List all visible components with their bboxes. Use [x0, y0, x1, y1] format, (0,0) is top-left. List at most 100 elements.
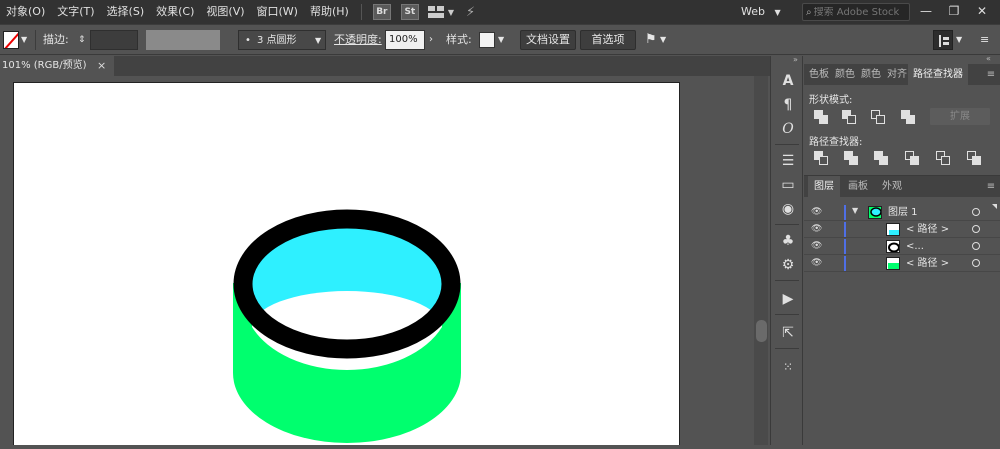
restore-button[interactable]: ❐ [942, 0, 966, 24]
stock-search-box[interactable]: ⌕ [802, 3, 910, 21]
artboards-grid-icon[interactable]: ⁙ [777, 356, 799, 378]
target-circle-icon[interactable] [972, 225, 980, 233]
stroke-panel-icon[interactable]: ☰ [777, 150, 799, 172]
arrange-panel-button[interactable] [933, 30, 953, 50]
scrollbar-thumb[interactable] [756, 320, 767, 342]
close-tab-icon[interactable]: × [97, 56, 106, 76]
close-window-button[interactable]: ✕ [970, 0, 994, 24]
merge-icon[interactable] [874, 151, 888, 165]
divider [775, 224, 799, 225]
layer-row[interactable]: 👁 ▼ 图层 1 [804, 204, 1000, 221]
cylinder-artwork[interactable] [14, 83, 681, 446]
chevron-down-icon[interactable]: ▼ [448, 8, 454, 17]
preferences-button[interactable]: 首选项 [580, 30, 636, 50]
crop-icon[interactable] [905, 151, 919, 165]
tab-pathfinder[interactable]: 路径查找器 [908, 64, 968, 85]
stock-search-input[interactable] [813, 6, 904, 18]
stroke-stepper-icon[interactable]: ⇕ [78, 30, 86, 50]
transparency-panel-icon[interactable]: ◉ [777, 198, 799, 220]
chevron-down-icon: ▼ [315, 36, 322, 45]
collapse-icon[interactable]: » [793, 55, 798, 64]
expand-button[interactable]: 扩展 [930, 108, 990, 125]
document-tab[interactable]: 101% (RGB/预览) × [0, 56, 114, 76]
flag-icon[interactable]: ⚑ [645, 30, 657, 50]
layer-name: < 路径 > [906, 224, 950, 235]
visibility-eye-icon[interactable]: 👁 [811, 224, 822, 235]
chevron-down-icon[interactable]: ▼ [498, 30, 504, 50]
stroke-swatch[interactable] [3, 31, 19, 49]
menu-effect[interactable]: 效果(C) [150, 0, 200, 24]
visibility-eye-icon[interactable]: 👁 [811, 207, 822, 218]
opacity-input[interactable]: 100% [385, 30, 425, 50]
outline-icon[interactable] [936, 151, 950, 165]
collapse-panel-icon[interactable]: « [986, 54, 991, 63]
tab-color-guide[interactable]: 颜色 [860, 64, 882, 85]
graphic-styles-panel-icon[interactable]: ⚙ [777, 254, 799, 276]
brush-definition-dropdown[interactable]: • 3 点圆形 ▼ [238, 30, 326, 50]
gradient-panel-icon[interactable]: ▭ [777, 174, 799, 196]
trim-icon[interactable] [844, 151, 858, 165]
character-panel-icon[interactable]: A [777, 70, 799, 92]
menu-window[interactable]: 窗口(W) [251, 0, 304, 24]
chevron-down-icon[interactable]: ▼ [956, 30, 962, 50]
document-tab-title: 101% (RGB/预览) [2, 60, 87, 71]
vertical-scrollbar[interactable] [754, 76, 768, 445]
bridge-button[interactable]: Br [372, 4, 391, 20]
tab-align[interactable]: 对齐 [886, 64, 908, 85]
menu-type[interactable]: 文字(T) [51, 0, 100, 24]
divider [775, 144, 799, 145]
stroke-weight-field[interactable] [90, 30, 138, 50]
divide-icon[interactable] [814, 151, 828, 165]
workspace-label: Web [741, 5, 765, 18]
artboard[interactable] [13, 82, 680, 445]
document-setup-button[interactable]: 文档设置 [520, 30, 576, 50]
tab-color[interactable]: 颜色 [834, 64, 856, 85]
intersect-icon[interactable] [871, 110, 885, 124]
tab-layers[interactable]: 图层 [808, 176, 840, 197]
workspace-switcher[interactable]: Web ▼ [741, 0, 781, 24]
minus-front-icon[interactable] [842, 110, 856, 124]
actions-panel-icon[interactable]: ▶ [777, 288, 799, 310]
target-circle-icon[interactable] [972, 259, 980, 267]
variable-width-profile[interactable] [146, 30, 220, 50]
arrange-documents-icon[interactable] [427, 6, 444, 18]
menu-object[interactable]: 对象(O) [0, 0, 51, 24]
stock-button[interactable]: St [400, 4, 419, 20]
visibility-eye-icon[interactable]: 👁 [811, 241, 822, 252]
canvas-area[interactable] [0, 76, 770, 445]
layer-row[interactable]: 👁 < 路径 > [804, 255, 1000, 272]
menu-view[interactable]: 视图(V) [200, 0, 250, 24]
menu-select[interactable]: 选择(S) [101, 0, 151, 24]
panel-menu-icon[interactable]: ≡ [984, 176, 998, 197]
menu-help[interactable]: 帮助(H) [304, 0, 355, 24]
menu-separator [360, 4, 362, 20]
export-panel-icon[interactable]: ⇱ [777, 322, 799, 344]
gpu-performance-icon[interactable]: ⚡ [466, 5, 475, 20]
chevron-down-icon[interactable]: ▼ [660, 30, 666, 50]
target-circle-icon[interactable] [972, 242, 980, 250]
symbols-panel-icon[interactable]: ♣ [777, 230, 799, 252]
tab-artboards[interactable]: 画板 [842, 176, 874, 197]
pathfinders-label: 路径查找器: [809, 137, 863, 148]
align-icon [939, 35, 949, 47]
minimize-button[interactable]: — [914, 0, 938, 24]
opentype-panel-icon[interactable]: O [777, 118, 799, 140]
tab-appearance[interactable]: 外观 [876, 176, 908, 197]
graphic-style-swatch[interactable] [479, 32, 495, 48]
target-circle-icon[interactable] [972, 208, 980, 216]
unite-icon[interactable] [814, 110, 828, 124]
exclude-icon[interactable] [901, 110, 915, 124]
panel-menu-icon[interactable]: ≡ [980, 30, 989, 50]
visibility-eye-icon[interactable]: 👁 [811, 258, 822, 269]
chevron-down-icon[interactable]: ▼ [21, 30, 27, 50]
opacity-label[interactable]: 不透明度: [334, 30, 382, 50]
layer-name: 图层 1 [888, 207, 918, 218]
chevron-down-icon[interactable]: ▼ [852, 206, 858, 215]
tab-swatches[interactable]: 色板 [808, 64, 830, 85]
layer-row[interactable]: 👁 < 路径 > [804, 221, 1000, 238]
minus-back-icon[interactable] [967, 151, 981, 165]
chevron-right-icon[interactable]: › [429, 30, 433, 50]
paragraph-panel-icon[interactable]: ¶ [777, 94, 799, 116]
panel-menu-icon[interactable]: ≡ [984, 64, 998, 85]
layer-row[interactable]: 👁 <... [804, 238, 1000, 255]
